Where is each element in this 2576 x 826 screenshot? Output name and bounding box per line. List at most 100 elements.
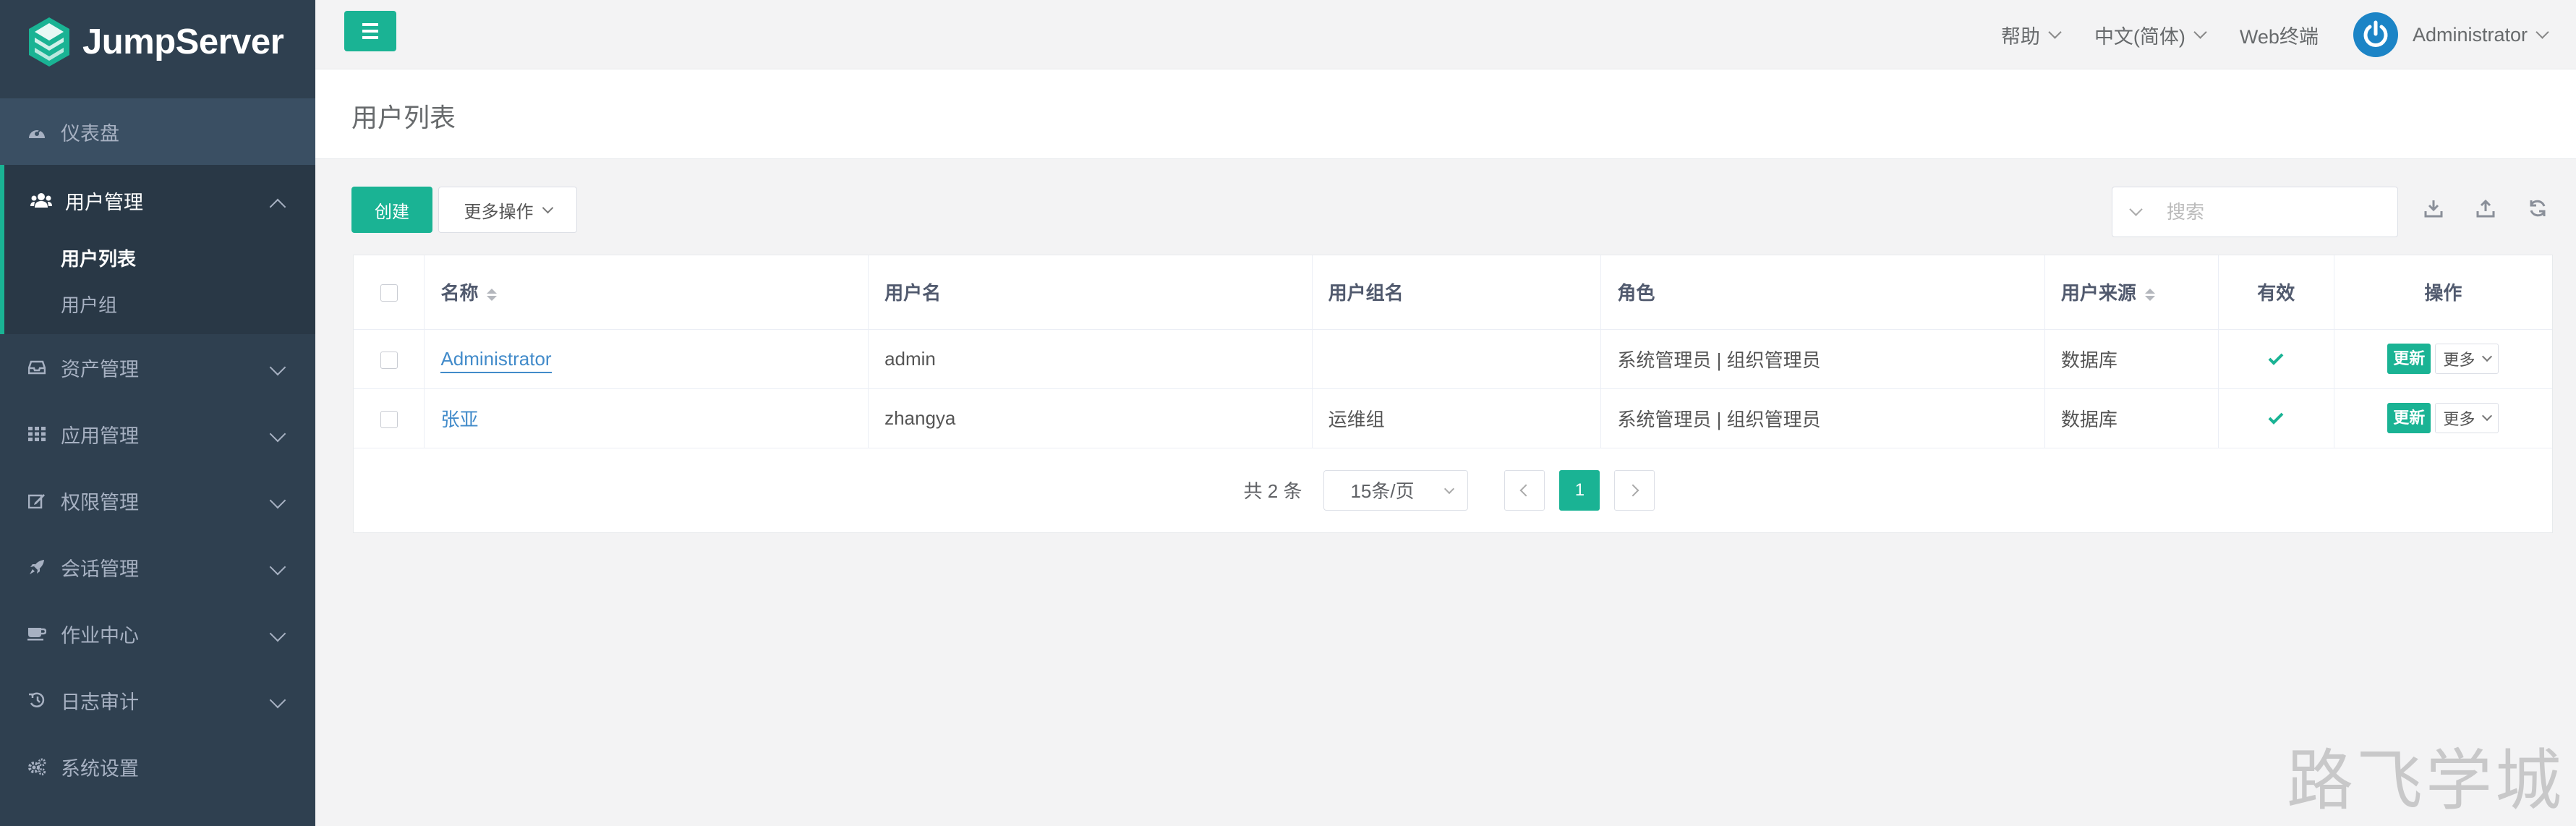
create-button[interactable]: 创建 [351, 187, 432, 233]
refresh-icon[interactable] [2525, 195, 2550, 221]
web-terminal-link[interactable]: Web终端 [2240, 21, 2319, 49]
row-more-button[interactable]: 更多 [2435, 403, 2499, 433]
sort-icon[interactable] [2144, 288, 2155, 301]
page-size-select[interactable]: 15条/页 [1323, 469, 1469, 511]
sidebar-item-system-settings[interactable]: 系统设置 [0, 733, 315, 800]
valid-cell [2218, 388, 2334, 448]
column-label: 用户来源 [2060, 282, 2136, 305]
row-more-label: 更多 [2443, 351, 2475, 369]
sidebar-subitem-user-groups[interactable]: 用户组 [4, 282, 315, 328]
select-all-checkbox[interactable] [380, 284, 398, 302]
prev-page-button[interactable] [1504, 469, 1545, 511]
user-menu[interactable]: Administrator [2353, 12, 2549, 57]
chevron-left-icon [1519, 484, 1532, 496]
inbox-icon [26, 357, 48, 378]
valid-cell [2218, 329, 2334, 389]
chevron-down-icon [2048, 25, 2062, 39]
chevron-right-icon [1626, 484, 1639, 496]
row-checkbox[interactable] [380, 351, 398, 369]
help-menu[interactable]: 帮助 [2000, 21, 2062, 49]
sidebar-item-dashboard[interactable]: 仪表盘 [0, 98, 315, 165]
check-icon [2268, 412, 2284, 425]
sidebar-toggle-button[interactable] [344, 11, 396, 51]
sidebar-item-label: 日志审计 [61, 691, 139, 713]
chevron-down-icon [269, 425, 286, 443]
chevron-down-icon [2193, 25, 2207, 39]
sidebar-item-permission-management[interactable]: 权限管理 [0, 467, 315, 534]
table-header-row: 名称 用户名 用户组名 角色 用户来源 有效 操作 [354, 255, 2552, 330]
sidebar-group-user-management: 用户管理 用户列表 用户组 [0, 165, 315, 334]
user-name-link[interactable]: Administrator [440, 347, 552, 373]
sidebar-item-application-management[interactable]: 应用管理 [0, 401, 315, 467]
sidebar-item-label: 资产管理 [61, 358, 139, 380]
chevron-down-icon [2482, 410, 2493, 422]
row-checkbox[interactable] [380, 410, 398, 428]
sidebar-item-job-center[interactable]: 作业中心 [0, 600, 315, 667]
name-cell: 张亚 [424, 388, 869, 448]
users-icon [30, 190, 52, 211]
name-cell: Administrator [424, 329, 869, 389]
upload-icon[interactable] [2473, 195, 2498, 221]
column-label: 名称 [440, 282, 479, 305]
language-label: 中文(简体) [2094, 25, 2185, 48]
role-cell: 系统管理员 | 组织管理员 [1600, 329, 2045, 389]
help-label: 帮助 [2000, 25, 2040, 48]
sidebar-item-label: 权限管理 [61, 491, 139, 514]
table-row: 张亚 zhangya 运维组 系统管理员 | 组织管理员 数据库 更新 更多 [354, 388, 2552, 448]
row-select-cell [354, 329, 425, 389]
sidebar-subitem-user-list[interactable]: 用户列表 [4, 236, 315, 282]
sidebar: JumpServer 仪表盘 用户管理 用户列表 用户组 资产管理 应用管理 权… [0, 0, 315, 826]
row-select-cell [354, 388, 425, 448]
update-button[interactable]: 更新 [2387, 403, 2431, 433]
sidebar-item-user-management[interactable]: 用户管理 [4, 165, 315, 236]
user-name-link[interactable]: 张亚 [440, 409, 478, 430]
avatar [2353, 12, 2398, 57]
sidebar-item-asset-management[interactable]: 资产管理 [0, 334, 315, 401]
brand-name: JumpServer [82, 22, 284, 61]
chevron-down-icon [1444, 483, 1455, 494]
search-input[interactable] [2167, 200, 2384, 223]
username-label: Administrator [2412, 23, 2528, 46]
cogs-icon [26, 756, 48, 778]
page-number-button[interactable]: 1 [1559, 469, 1600, 511]
sort-icon[interactable] [487, 288, 498, 301]
sidebar-item-label: 用户管理 [65, 191, 143, 213]
column-header-source[interactable]: 用户来源 [2044, 255, 2219, 330]
update-button[interactable]: 更新 [2387, 344, 2431, 374]
coffee-icon [26, 623, 48, 644]
download-icon[interactable] [2421, 195, 2446, 221]
sidebar-item-label: 会话管理 [61, 558, 139, 580]
column-header-name[interactable]: 名称 [424, 255, 869, 330]
edit-icon [26, 490, 48, 511]
column-header-username: 用户名 [868, 255, 1313, 330]
chevron-down-icon [269, 492, 286, 509]
pagination: 共 2 条 15条/页 1 [354, 448, 2552, 532]
row-more-button[interactable]: 更多 [2435, 344, 2499, 374]
chevron-down-icon [269, 558, 286, 576]
sidebar-item-log-audit[interactable]: 日志审计 [0, 667, 315, 733]
chevron-down-icon [269, 359, 286, 376]
username-cell: zhangya [868, 388, 1313, 448]
menu-icon-bar [362, 30, 378, 33]
menu-icon-bar [362, 23, 378, 26]
top-navbar: 帮助 中文(简体) Web终端 Administrator [315, 0, 2576, 69]
more-actions-button[interactable]: 更多操作 [438, 187, 577, 233]
sidebar-item-label: 作业中心 [61, 624, 139, 647]
logo[interactable]: JumpServer [0, 0, 315, 83]
sidebar-item-session-management[interactable]: 会话管理 [0, 534, 315, 600]
power-icon [2363, 20, 2388, 47]
search-box[interactable] [2112, 187, 2398, 237]
sidebar-item-label: 仪表盘 [61, 122, 119, 145]
column-header-group: 用户组名 [1312, 255, 1602, 330]
column-header-actions: 操作 [2334, 255, 2552, 330]
sidebar-item-label: 系统设置 [61, 757, 139, 780]
web-terminal-label: Web终端 [2239, 25, 2319, 48]
chevron-down-icon [542, 202, 553, 213]
actions-cell: 更新 更多 [2334, 388, 2552, 448]
chevron-down-icon[interactable] [2129, 202, 2143, 216]
check-icon [2268, 353, 2284, 365]
language-menu[interactable]: 中文(简体) [2094, 21, 2207, 49]
next-page-button[interactable] [1614, 469, 1655, 511]
page-size-value: 15条/页 [1350, 480, 1415, 502]
table-row: Administrator admin 系统管理员 | 组织管理员 数据库 更新… [354, 329, 2552, 389]
